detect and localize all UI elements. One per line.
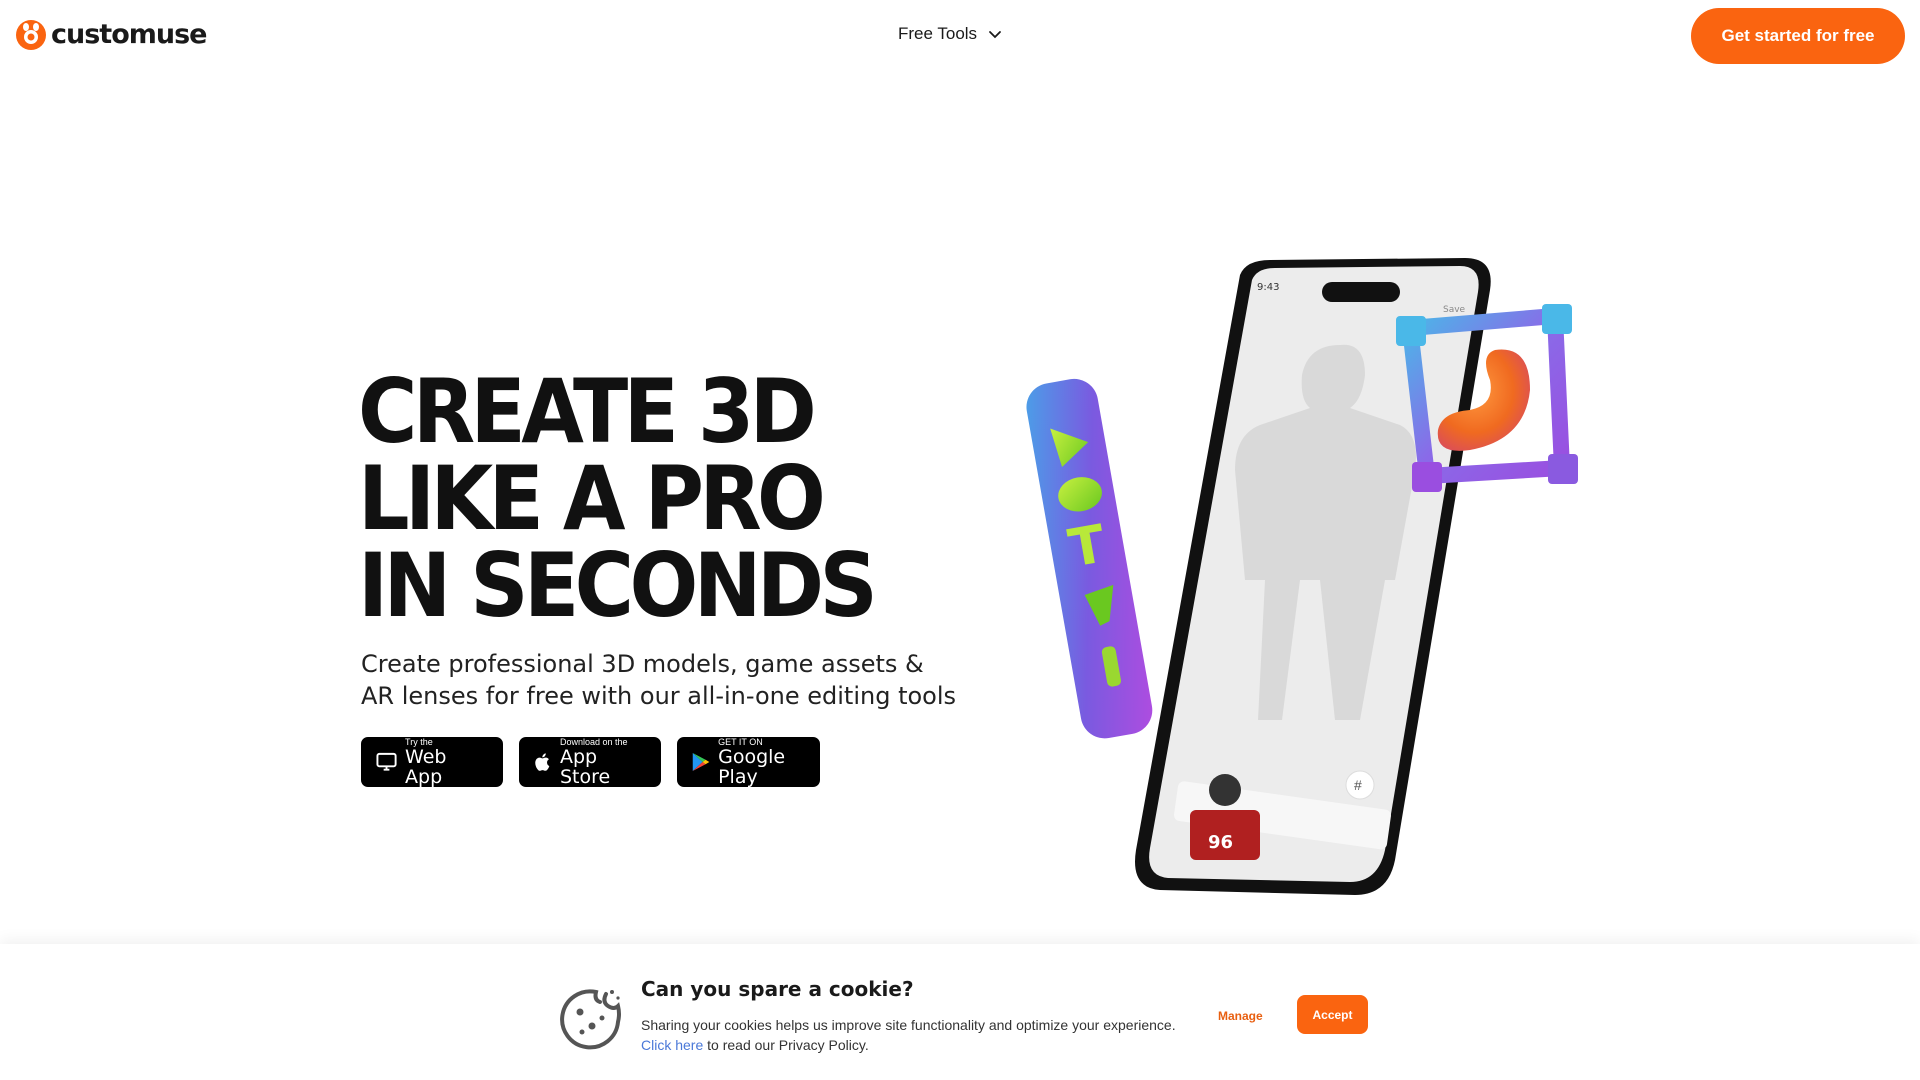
free-tools-label: Free Tools [898, 24, 978, 43]
dynamic-island [1322, 282, 1400, 302]
cookie-policy-line: Click here to read our Privacy Policy. [641, 1035, 1176, 1055]
apple-icon [535, 753, 550, 771]
svg-text:#: # [1354, 777, 1362, 793]
hero-title-line: CREATE 3D [358, 360, 817, 463]
google-play-icon [692, 752, 710, 772]
phone-time: 9:43 [1257, 282, 1279, 293]
cookie-policy-suffix: to read our Privacy Policy. [703, 1037, 869, 1053]
google-play-label: Google Play [718, 745, 786, 788]
selection-frame [1396, 304, 1578, 492]
monitor-icon [376, 752, 397, 771]
logo[interactable]: customuse [15, 18, 207, 50]
google-play-button[interactable]: GET IT ON Google Play [677, 737, 820, 787]
cookie-text: Sharing your cookies helps us improve si… [641, 1015, 1176, 1055]
free-tools-menu[interactable]: Free Tools [898, 24, 1003, 44]
web-app-label: Web App [405, 745, 447, 788]
download-buttons: Try the Web App Download on the App Stor… [361, 737, 820, 787]
hero-subtitle: Create professional 3D models, game asse… [361, 650, 957, 710]
logo-wordmark: customuse [51, 18, 207, 50]
hero-title-line: LIKE A PRO [358, 447, 826, 550]
cookie-title: Can you spare a cookie? [641, 977, 914, 1001]
hero-title-line: IN SECONDS [358, 534, 878, 637]
manage-cookies-button[interactable]: Manage [1218, 1009, 1263, 1023]
hero-illustration: 9:43 Save # 96 T [1026, 258, 1578, 895]
tool-stick: T [1026, 378, 1153, 739]
phone-save-label: Save [1443, 305, 1466, 315]
chevron-down-icon [989, 31, 1001, 39]
privacy-policy-link[interactable]: Click here [641, 1037, 703, 1053]
hero-title: CREATE 3D LIKE A PRO IN SECONDS [358, 360, 878, 637]
cookie-banner: Can you spare a cookie? Sharing your coo… [0, 944, 1920, 1080]
cookie-description: Sharing your cookies helps us improve si… [641, 1017, 1176, 1033]
app-store-label: App Store [559, 745, 611, 788]
cookie-icon [560, 989, 621, 1050]
web-app-button[interactable]: Try the Web App [361, 737, 503, 787]
get-started-button[interactable]: Get started for free [1691, 8, 1905, 64]
logo-icon [16, 20, 46, 50]
app-store-button[interactable]: Download on the App Store [519, 737, 661, 787]
phone-mockup: 9:43 Save # 96 [1135, 258, 1491, 895]
jersey-number: 96 [1208, 832, 1233, 853]
site-header: customuse Free Tools Get started for fre… [0, 0, 1920, 72]
accept-cookies-button[interactable]: Accept [1297, 995, 1368, 1034]
